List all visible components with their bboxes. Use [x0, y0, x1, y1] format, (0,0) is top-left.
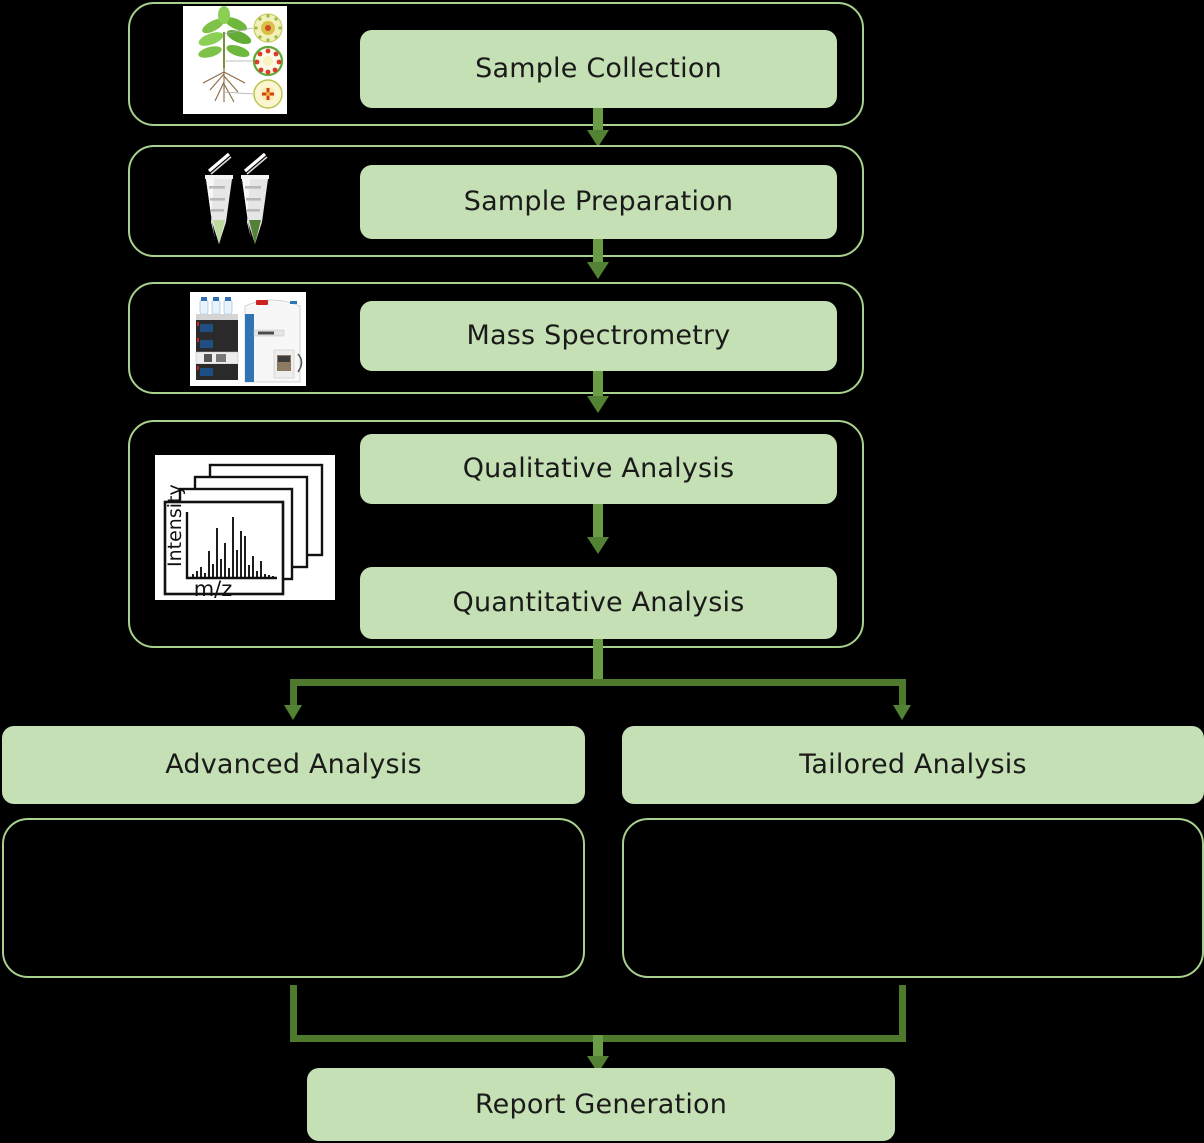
process-label-qualitative-analysis: Qualitative Analysis: [462, 453, 735, 485]
merge-right-riser: [899, 985, 906, 1042]
process-box-sample-preparation[interactable]: Sample Preparation: [360, 165, 837, 239]
process-label-sample-collection: Sample Collection: [475, 53, 722, 85]
process-box-sample-collection[interactable]: Sample Collection: [360, 30, 837, 108]
arrowhead-to-tailored-analysis: [893, 705, 911, 720]
branch-split-bar: [290, 679, 906, 686]
process-label-sample-preparation: Sample Preparation: [463, 186, 734, 218]
process-box-qualitative-analysis[interactable]: Qualitative Analysis: [360, 434, 837, 504]
spectra-y-axis-label: Intensity: [164, 484, 186, 567]
spectra-x-axis-label: m/z: [194, 577, 233, 600]
diagram-canvas: Sample Collection Sample Preparation Mas…: [0, 0, 1204, 1143]
centrifuge-tubes-icon: [183, 148, 287, 254]
process-label-report-generation: Report Generation: [474, 1088, 728, 1120]
arrowhead-qualitative-to-quantitative: [587, 537, 609, 554]
process-box-tailored-analysis[interactable]: Tailored Analysis: [622, 726, 1204, 804]
mass-spectra-stack-icon: Intensity m/z: [155, 455, 335, 600]
detail-container-advanced-analysis: [2, 818, 585, 978]
plant-cross-section-icon: [183, 6, 287, 114]
process-label-tailored-analysis: Tailored Analysis: [799, 749, 1027, 781]
process-label-mass-spectrometry: Mass Spectrometry: [466, 320, 731, 352]
process-box-mass-spectrometry[interactable]: Mass Spectrometry: [360, 301, 837, 371]
merge-left-riser: [290, 985, 297, 1042]
arrowhead-to-advanced-analysis: [284, 705, 302, 720]
arrowhead-preparation-to-ms: [587, 262, 609, 279]
lcms-instrument-icon: [190, 292, 306, 386]
process-box-advanced-analysis[interactable]: Advanced Analysis: [2, 726, 585, 804]
process-label-quantitative-analysis: Quantitative Analysis: [452, 587, 745, 619]
arrowhead-ms-to-qualitative: [587, 396, 609, 413]
process-box-quantitative-analysis[interactable]: Quantitative Analysis: [360, 567, 837, 639]
process-label-advanced-analysis: Advanced Analysis: [165, 749, 422, 781]
process-box-report-generation[interactable]: Report Generation: [307, 1068, 895, 1141]
detail-container-tailored-analysis: [622, 818, 1204, 978]
